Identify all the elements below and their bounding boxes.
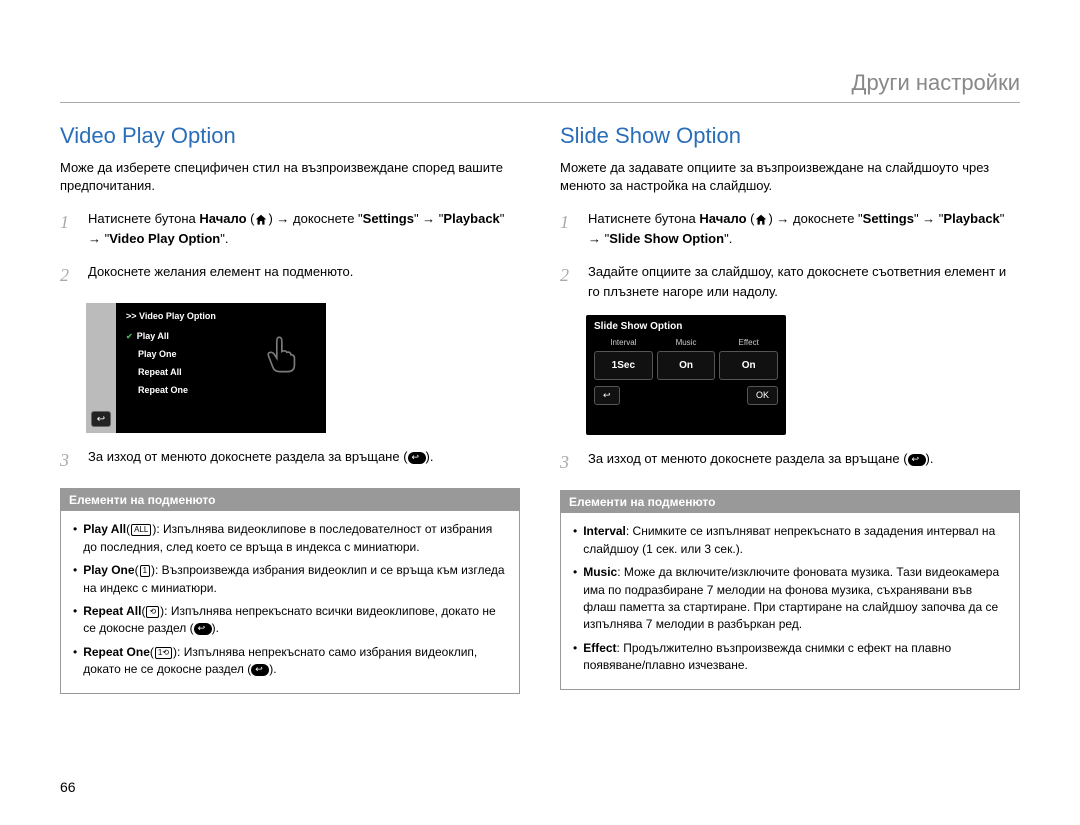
effect-value: On <box>719 351 778 380</box>
submenu-item-interval: • Interval: Снимките се изпълняват непре… <box>573 523 1007 558</box>
submenu-item-repeat-all: • Repeat All(⟲): Изпълнява непрекъснато … <box>73 603 507 638</box>
return-icon <box>251 664 269 676</box>
screenshot-header: >> Video Play Option <box>126 311 316 321</box>
step-text: Докоснете желания елемент на подменюто. <box>88 262 520 289</box>
submenu-item-play-one: • Play One(1): Възпроизвежда избрания ви… <box>73 562 507 597</box>
home-icon <box>754 213 768 227</box>
submenu-item-effect: • Effect: Продължително възпроизвежда сн… <box>573 640 1007 675</box>
home-icon <box>254 213 268 227</box>
screenshot-back-button: ↩ <box>594 386 620 405</box>
screenshot-title: Slide Show Option <box>594 321 778 332</box>
text: За изход от менюто докоснете раздела за … <box>88 449 408 464</box>
step-number: 3 <box>60 447 76 474</box>
settings-label: Settings <box>863 211 914 226</box>
right-column: Slide Show Option Можете да задавате опц… <box>560 123 1020 694</box>
sso-step-1: 1 Натиснете бутона Начало () → докоснете… <box>560 209 1020 248</box>
text: ). <box>926 451 934 466</box>
screenshot-item-repeat-one: Repeat One <box>126 381 316 399</box>
playback-label: Playback <box>943 211 999 226</box>
interval-value: 1Sec <box>594 351 653 380</box>
video-play-option-heading: Video Play Option <box>60 123 520 149</box>
text: ". <box>220 231 228 246</box>
sso-step-2: 2 Задайте опциите за слайдшоу, като доко… <box>560 262 1020 301</box>
check-icon: ✔ <box>126 332 133 341</box>
submenu-item-repeat-one: • Repeat One(1⟲): Изпълнява непрекъснато… <box>73 644 507 679</box>
submenu-item-music: • Music: Може да включите/изключите фоно… <box>573 564 1007 634</box>
text: Натиснете бутона <box>88 211 199 226</box>
page-number: 66 <box>60 779 76 795</box>
sso-submenu-box: Елементи на подменюто • Interval: Снимки… <box>560 490 1020 689</box>
step-text: Задайте опциите за слайдшоу, като докосн… <box>588 262 1020 301</box>
vpo-intro: Може да изберете специфичен стил на възп… <box>60 159 520 195</box>
screenshot-back-button: ↩ <box>91 411 111 427</box>
screenshot-ok-button: OK <box>747 386 778 405</box>
home-label: Начало <box>699 211 746 226</box>
step-number: 1 <box>560 209 576 248</box>
step-number: 2 <box>60 262 76 289</box>
submenu-item-play-all: • Play All(ALL): Изпълнява видеоклипове … <box>73 521 507 556</box>
text: Натиснете бутона <box>588 211 699 226</box>
text: ". <box>724 231 732 246</box>
page-header-title: Други настройки <box>60 70 1020 103</box>
left-column: Video Play Option Може да изберете специ… <box>60 123 520 694</box>
text: " → " <box>914 211 943 226</box>
step-number: 3 <box>560 449 576 476</box>
home-label: Начало <box>199 211 246 226</box>
vpo-step-3: 3 За изход от менюто докоснете раздела з… <box>60 447 520 474</box>
play-all-icon: ALL <box>131 524 151 536</box>
step-number: 1 <box>60 209 76 248</box>
return-icon <box>908 454 926 466</box>
text: → докоснете " <box>776 211 862 226</box>
touch-hand-icon <box>260 333 302 375</box>
play-one-icon: 1 <box>140 565 150 577</box>
interval-label: Interval <box>594 338 653 347</box>
vpo-step-1: 1 Натиснете бутона Начало () → докоснете… <box>60 209 520 248</box>
effect-label: Effect <box>719 338 778 347</box>
text: → докоснете " <box>276 211 362 226</box>
option-label: Slide Show Option <box>609 231 724 246</box>
text: За изход от менюто докоснете раздела за … <box>588 451 908 466</box>
sso-intro: Можете да задавате опциите за възпроизве… <box>560 159 1020 195</box>
music-label: Music <box>657 338 716 347</box>
vpo-submenu-box: Елементи на подменюто • Play All(ALL): И… <box>60 488 520 693</box>
submenu-header: Елементи на подменюто <box>61 489 519 511</box>
sso-step-3: 3 За изход от менюто докоснете раздела з… <box>560 449 1020 476</box>
playback-label: Playback <box>443 211 499 226</box>
text: ). <box>426 449 434 464</box>
step-number: 2 <box>560 262 576 301</box>
slide-show-option-screenshot: Slide Show Option Interval Music Effect … <box>586 315 786 435</box>
vpo-step-2: 2 Докоснете желания елемент на подменюто… <box>60 262 520 289</box>
video-play-option-screenshot: ↩ >> Video Play Option ✔Play All Play On… <box>86 303 326 433</box>
slide-show-option-heading: Slide Show Option <box>560 123 1020 149</box>
music-value: On <box>657 351 716 380</box>
repeat-one-icon: 1⟲ <box>155 647 172 659</box>
return-icon <box>194 623 212 635</box>
return-icon <box>408 452 426 464</box>
submenu-header: Елементи на подменюто <box>561 491 1019 513</box>
text: " → " <box>414 211 443 226</box>
settings-label: Settings <box>363 211 414 226</box>
repeat-all-icon: ⟲ <box>146 606 159 618</box>
option-label: Video Play Option <box>109 231 220 246</box>
